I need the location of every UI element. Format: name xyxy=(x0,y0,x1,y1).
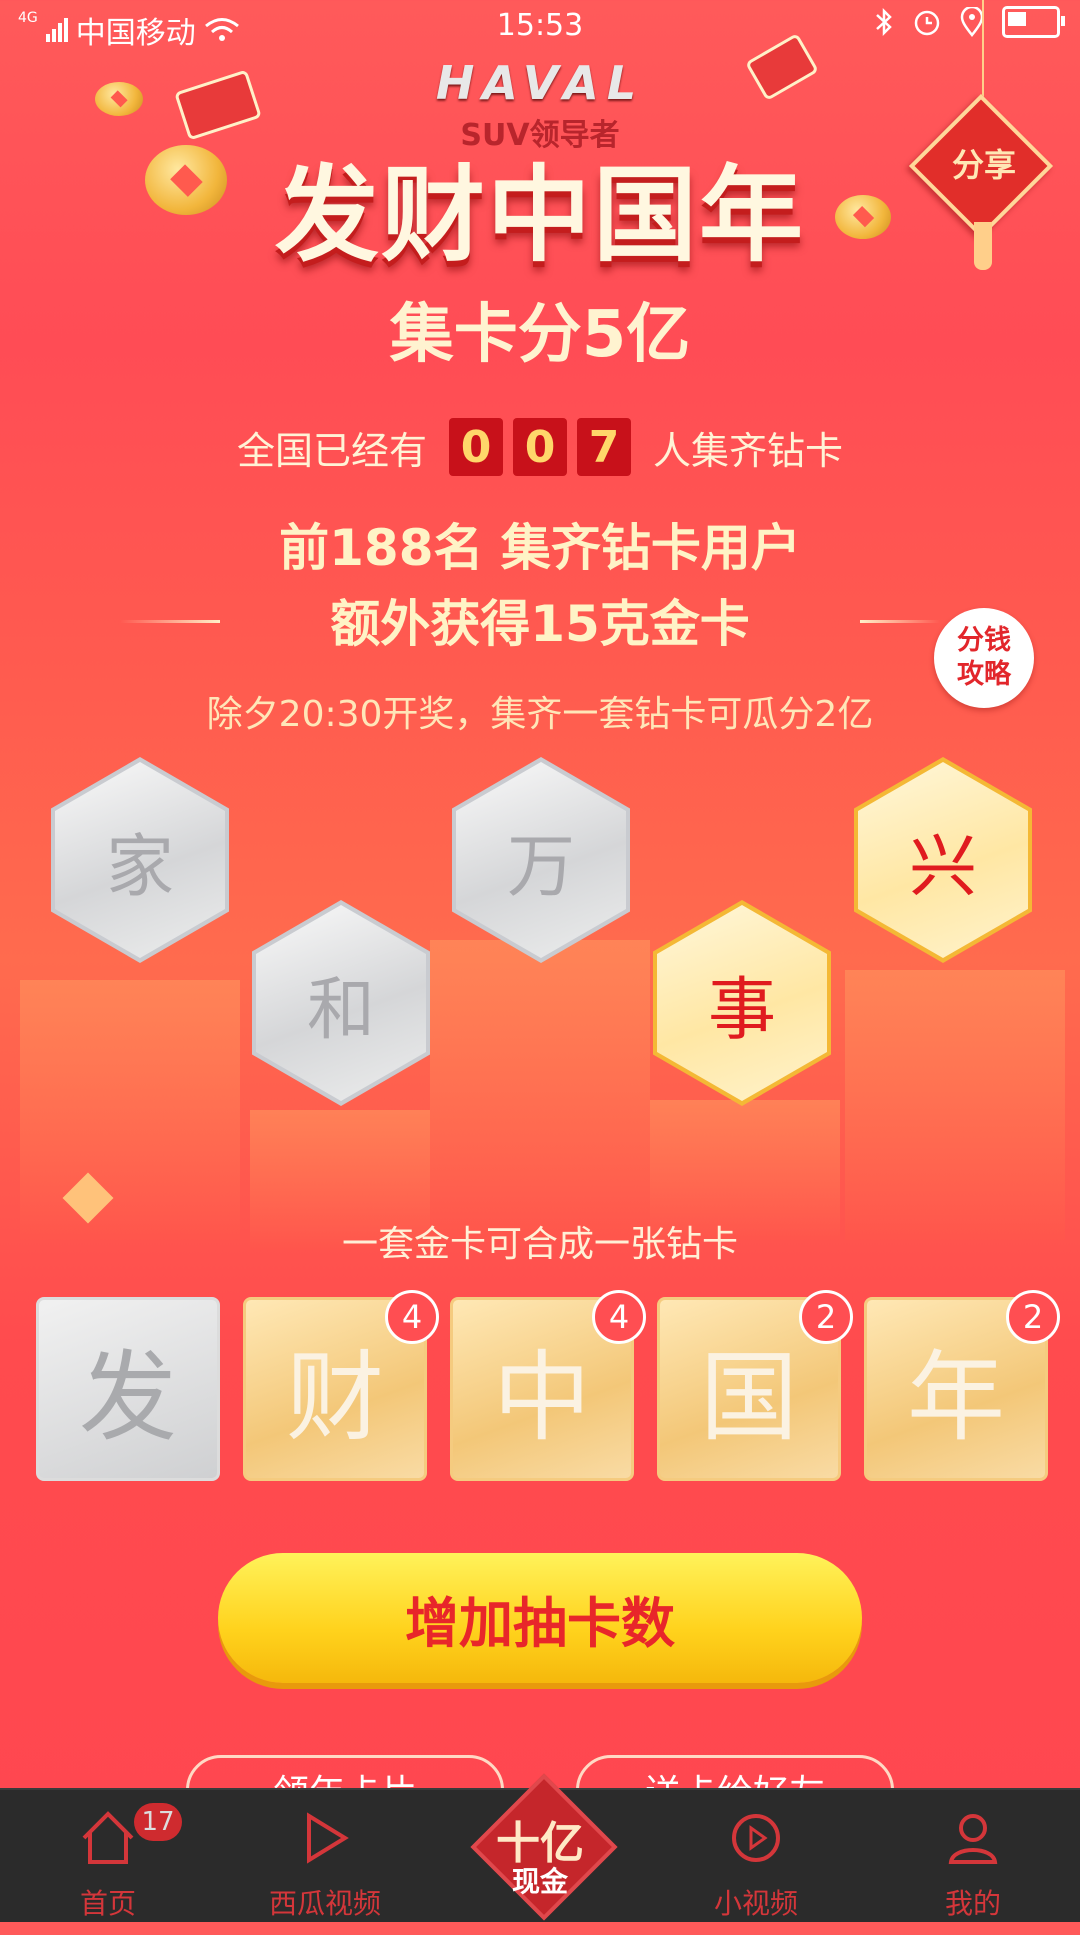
tab-xigua-label[interactable]: 西瓜视频 xyxy=(235,1882,415,1922)
pillar-decoration xyxy=(430,940,650,1240)
tab-mine[interactable]: 我的 xyxy=(883,1788,1063,1920)
headline-top: 前188名 集齐钻卡用户 xyxy=(279,519,801,577)
card-count-badge: 4 xyxy=(385,1290,439,1344)
alarm-icon xyxy=(914,10,940,36)
bluetooth-icon xyxy=(876,7,892,37)
home-badge: 17 xyxy=(134,1803,182,1841)
count-digit: 7 xyxy=(577,418,631,476)
headline-bottom: 额外获得15克金卡 xyxy=(330,595,750,653)
gold-card-fa[interactable]: 发 xyxy=(36,1297,220,1481)
add-draw-button[interactable]: 增加抽卡数 xyxy=(218,1553,862,1683)
tab-xigua-video[interactable]: 西瓜视频 xyxy=(235,1788,415,1920)
location-icon xyxy=(960,7,984,37)
brand-logo: HAVAL xyxy=(435,56,645,110)
diamond-card-xing[interactable]: 兴 xyxy=(858,762,1028,958)
tab-home-label[interactable]: 首页 xyxy=(18,1882,198,1922)
status-bar: 4G 中国移动 15:53 xyxy=(0,0,1080,56)
gold-card-hint: 一套金卡可合成一张钻卡 xyxy=(341,1224,738,1265)
count-digit: 0 xyxy=(513,418,567,476)
promo-subtitle: 集卡分5亿 xyxy=(389,298,691,372)
play-icon xyxy=(307,1812,349,1864)
count-prefix: 全国已经有 xyxy=(236,428,427,473)
pillar-decoration xyxy=(20,980,240,1240)
count-digits: 0 0 7 xyxy=(449,418,631,476)
share-button-label[interactable]: 分享 xyxy=(932,140,1036,186)
status-right xyxy=(874,6,1065,38)
card-count-badge: 2 xyxy=(799,1290,853,1344)
battery-icon xyxy=(1002,6,1065,38)
tab-cash-center[interactable]: 十亿 现金 xyxy=(470,1773,618,1935)
small-video-icon xyxy=(732,1814,780,1862)
tassel-decoration xyxy=(974,222,992,270)
tab-mine-label[interactable]: 我的 xyxy=(883,1882,1063,1922)
card-count-badge: 4 xyxy=(592,1290,646,1344)
tab-small-video[interactable]: 小视频 xyxy=(666,1788,846,1920)
count-suffix: 人集齐钻卡 xyxy=(653,428,844,473)
diamond-card-shi[interactable]: 事 xyxy=(657,905,827,1101)
page-title: 发财中国年 xyxy=(274,154,805,276)
home-icon xyxy=(82,1811,134,1864)
draw-note: 除夕20:30开奖，集齐一套钻卡可瓜分2亿 xyxy=(206,694,874,735)
tab-small-video-label[interactable]: 小视频 xyxy=(666,1882,846,1922)
pillar-decoration xyxy=(845,970,1065,1240)
diamond-card-he[interactable]: 和 xyxy=(256,905,426,1101)
strategy-line1[interactable]: 分钱 xyxy=(957,624,1011,658)
user-icon xyxy=(948,1814,998,1864)
diamond-card-jia[interactable]: 家 xyxy=(55,762,225,958)
card-count-badge: 2 xyxy=(1006,1290,1060,1344)
diamond-card-wan[interactable]: 万 xyxy=(456,762,626,958)
cash-tab-line2[interactable]: 现金 xyxy=(470,1860,610,1900)
collector-count: 全国已经有 0 0 7 人集齐钻卡 xyxy=(0,418,1080,476)
count-digit: 0 xyxy=(449,418,503,476)
